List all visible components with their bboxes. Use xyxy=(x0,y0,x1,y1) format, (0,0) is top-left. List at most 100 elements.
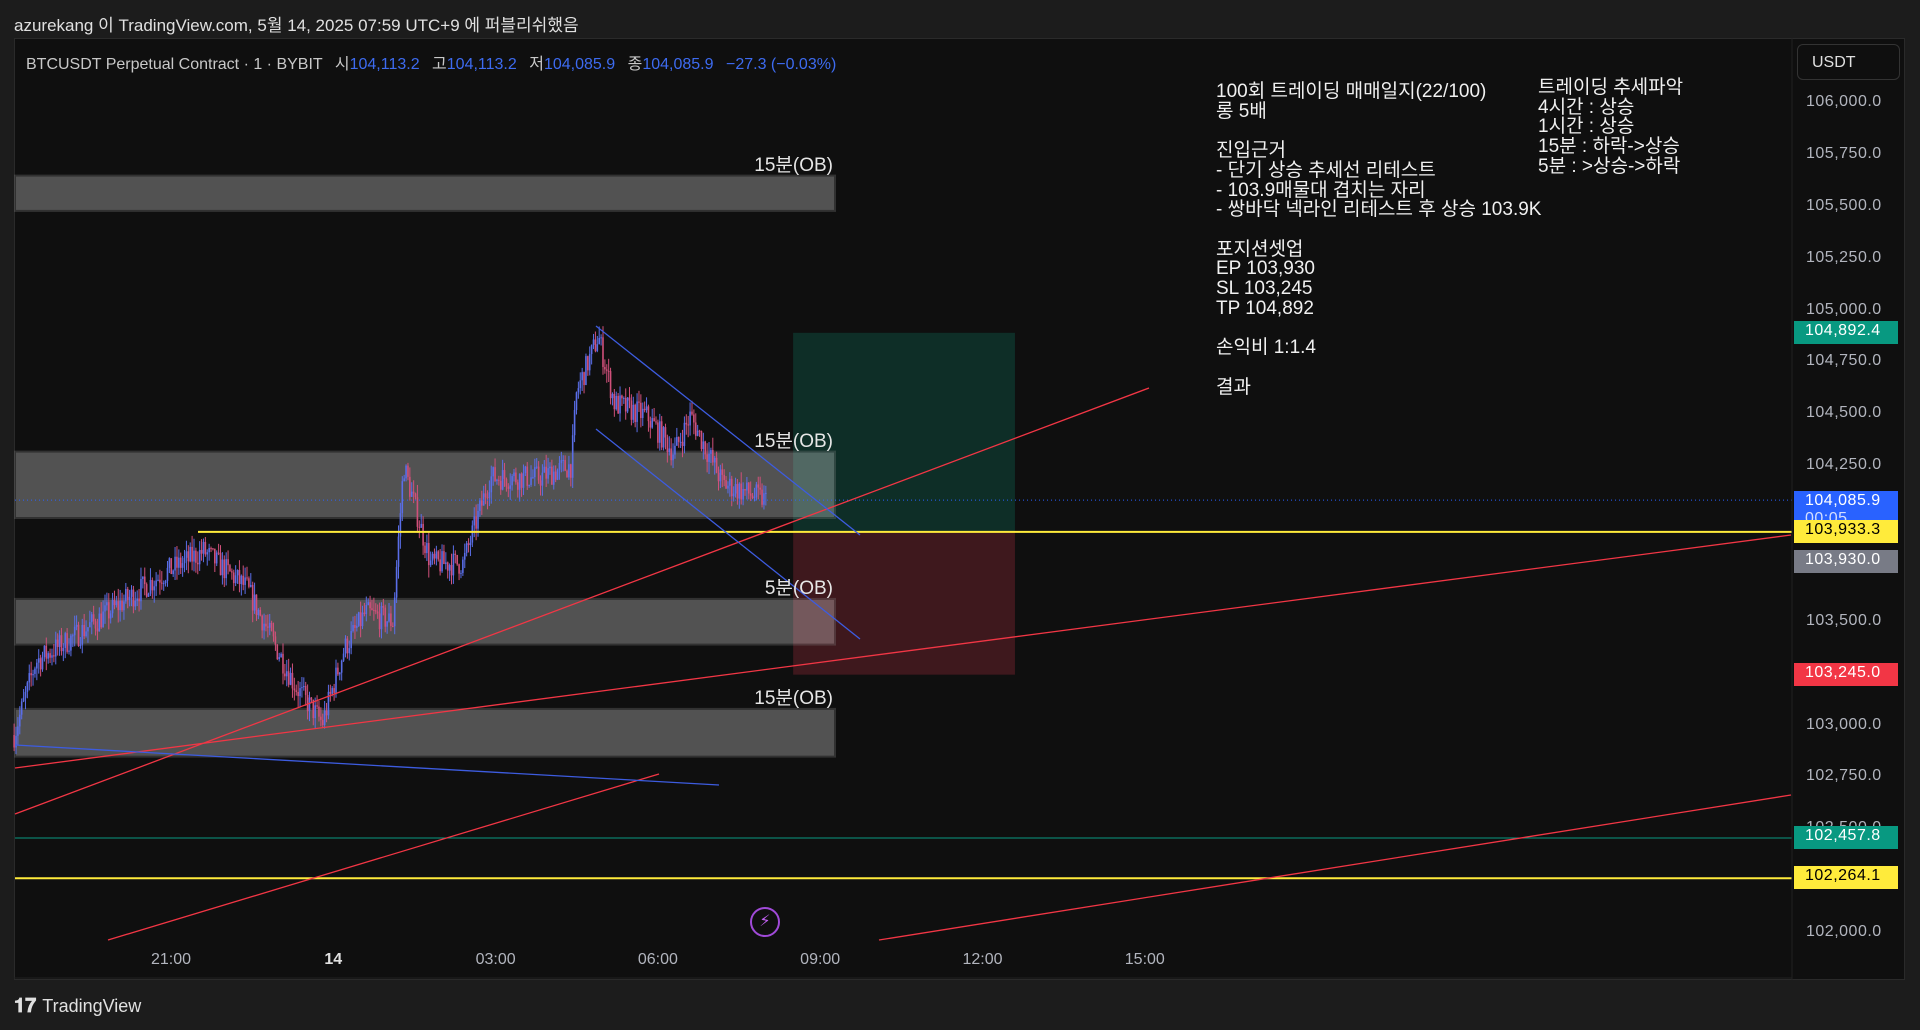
time-tick: 03:00 xyxy=(475,951,516,968)
candle xyxy=(405,465,407,479)
candle xyxy=(356,625,358,628)
candle xyxy=(242,575,245,585)
candle xyxy=(32,673,34,676)
candle xyxy=(62,647,65,652)
trend-note[interactable]: 트레이딩 추세파악 4시간 : 상승 1시간 : 상승 15분 : 하락->상승… xyxy=(1538,78,1683,177)
symbol-name[interactable]: BTCUSDT Perpetual Contract · 1 · BYBIT xyxy=(26,56,322,73)
candle xyxy=(393,597,396,627)
candle xyxy=(401,481,404,514)
candle xyxy=(265,623,267,627)
candle xyxy=(155,580,157,587)
candle xyxy=(13,735,15,748)
candle xyxy=(534,467,536,478)
high-value: 104,113.2 xyxy=(446,56,517,73)
candle xyxy=(337,667,339,675)
candle xyxy=(174,556,176,571)
candle xyxy=(24,691,27,698)
candle xyxy=(562,460,565,462)
candle xyxy=(293,688,296,691)
candle xyxy=(736,484,739,499)
candle xyxy=(85,631,87,637)
candle xyxy=(441,551,443,572)
order-block-label: 15분(OB) xyxy=(754,687,833,709)
candle xyxy=(761,489,763,505)
candle xyxy=(107,602,110,619)
candle xyxy=(357,612,360,626)
candle xyxy=(151,579,154,591)
badge-price: 104,085.9 xyxy=(1805,492,1881,510)
candle xyxy=(643,408,646,411)
trade-journal-note[interactable]: 100회 트레이딩 매매일지(22/100) 롱 5배 진입근거 - 단기 상승… xyxy=(1216,82,1541,397)
candle xyxy=(439,559,441,572)
candle xyxy=(56,639,59,648)
candle xyxy=(463,552,466,560)
candle xyxy=(492,467,494,477)
candle xyxy=(166,567,169,581)
candle xyxy=(90,614,93,623)
candle xyxy=(176,556,178,568)
high-label: 고 xyxy=(432,56,447,73)
candle xyxy=(344,638,347,654)
candle xyxy=(630,400,633,420)
candle xyxy=(130,589,133,597)
candle xyxy=(193,550,195,562)
candle xyxy=(632,404,635,420)
candle xyxy=(467,543,470,546)
candle xyxy=(331,688,334,694)
candle xyxy=(371,608,373,610)
currency-button[interactable]: USDT xyxy=(1797,44,1900,80)
candle xyxy=(251,584,254,611)
candle xyxy=(729,478,731,486)
candle xyxy=(136,598,138,601)
candle xyxy=(51,655,53,658)
candle xyxy=(530,477,532,485)
order-block-zone xyxy=(14,450,836,520)
open-label: 시 xyxy=(334,56,350,73)
time-tick: 09:00 xyxy=(800,951,841,968)
candle xyxy=(410,491,413,497)
order-block-label: 5분(OB) xyxy=(764,577,833,599)
candle xyxy=(212,548,214,550)
candle xyxy=(516,482,519,490)
candle xyxy=(392,625,394,627)
candle xyxy=(619,395,621,414)
candle xyxy=(524,466,527,473)
candle xyxy=(53,655,55,657)
candle xyxy=(198,549,201,565)
candle xyxy=(744,488,746,491)
candle xyxy=(721,469,724,475)
candle xyxy=(210,548,212,550)
candle xyxy=(609,371,612,399)
candle xyxy=(280,653,282,658)
candle xyxy=(140,578,142,602)
candle xyxy=(634,404,636,422)
candle xyxy=(145,584,148,597)
lightning-icon[interactable]: ⚡ xyxy=(750,907,780,937)
candle xyxy=(123,601,125,611)
candle xyxy=(653,418,655,422)
candle xyxy=(236,570,239,576)
order-block-zone xyxy=(14,597,836,646)
candle xyxy=(426,542,428,554)
low-label: 저 xyxy=(529,56,544,73)
candle xyxy=(390,613,392,626)
time-tick: 15:00 xyxy=(1124,951,1165,968)
candle xyxy=(321,719,324,725)
candle xyxy=(221,559,224,576)
candle xyxy=(75,624,78,627)
candle xyxy=(560,460,563,464)
candle xyxy=(18,714,21,727)
candle xyxy=(420,523,423,528)
close-label: 종 xyxy=(627,56,643,73)
candle xyxy=(106,602,108,606)
candle xyxy=(605,369,608,371)
candle xyxy=(361,612,364,627)
candle xyxy=(70,635,72,651)
tradingview-logo[interactable]: 𝟏𝟕 TradingView xyxy=(14,995,141,1018)
candle xyxy=(624,398,627,412)
candle xyxy=(104,605,106,612)
candle xyxy=(115,601,118,606)
candle xyxy=(149,579,152,594)
price-tick: 105,000.0 xyxy=(1806,300,1882,318)
candle xyxy=(611,393,614,399)
